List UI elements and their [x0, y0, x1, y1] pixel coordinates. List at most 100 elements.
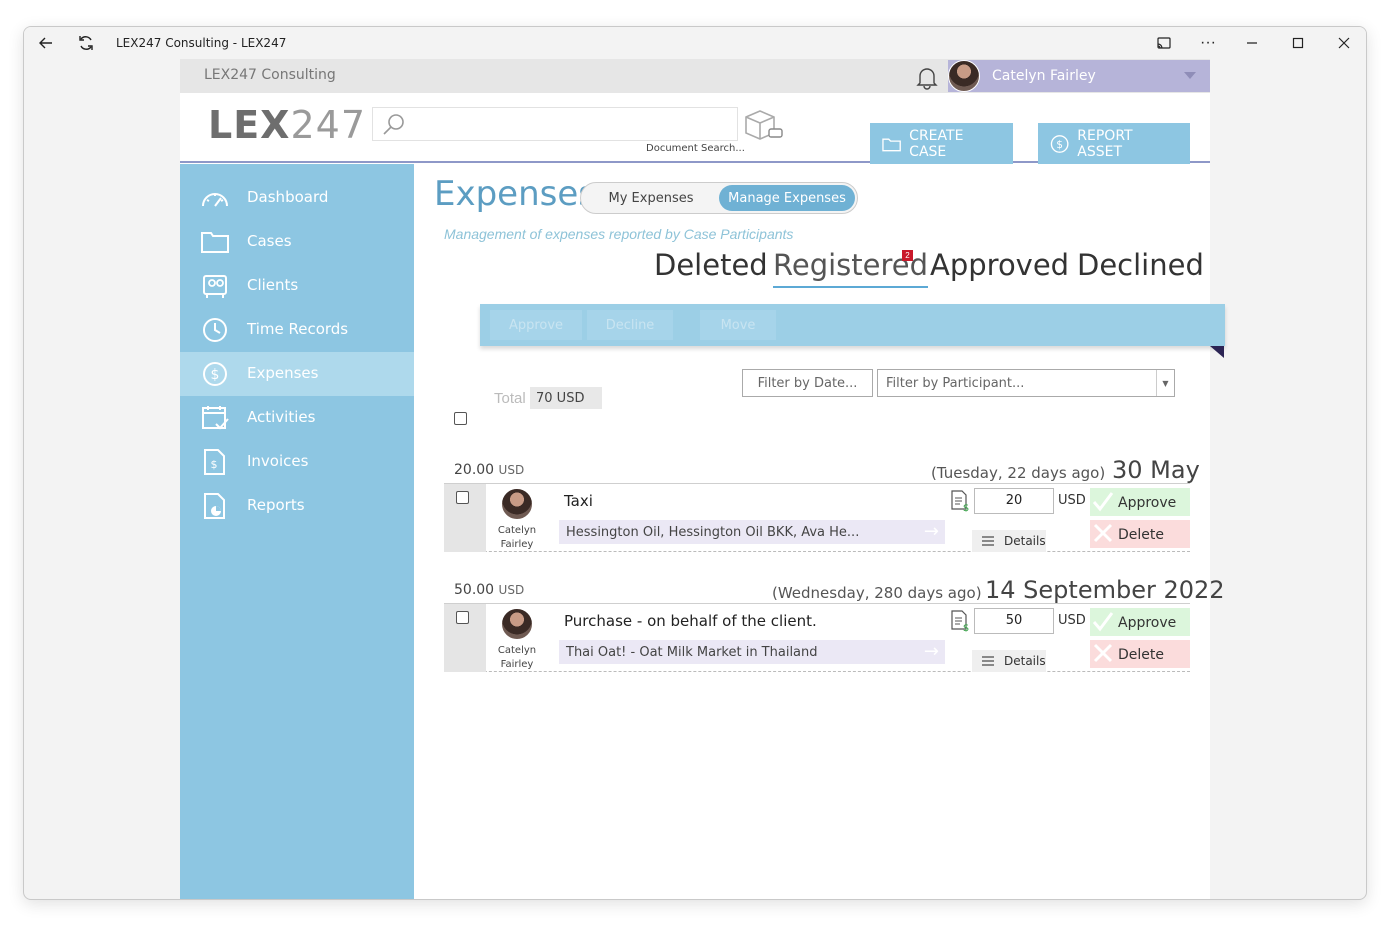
clock-icon	[203, 318, 227, 342]
filter-by-date-input[interactable]: Filter by Date...	[742, 369, 873, 397]
sidebar-item-dashboard[interactable]: Dashboard	[180, 176, 414, 220]
main-content: Expenses My Expenses Manage Expenses Man…	[414, 164, 1225, 899]
svg-text:$: $	[963, 623, 969, 632]
checkmark-icon	[1092, 492, 1114, 512]
row-checkbox[interactable]	[456, 491, 469, 504]
row-checkbox[interactable]	[456, 611, 469, 624]
more-icon[interactable]: ···	[1188, 27, 1228, 59]
chevron-down-icon: ▼	[1156, 370, 1174, 396]
approve-button[interactable]: Approve	[1090, 608, 1190, 636]
maximize-icon[interactable]	[1278, 27, 1318, 59]
filter-by-participant-select[interactable]: Filter by Participant... ▼	[877, 369, 1175, 397]
group-amount: 20.00 USD	[454, 462, 525, 478]
avatar	[948, 60, 980, 92]
folder-icon	[201, 232, 229, 253]
amount-input[interactable]: 20	[974, 488, 1054, 514]
close-icon[interactable]	[1324, 27, 1364, 59]
invoice-icon: $	[204, 449, 225, 475]
avatar	[501, 488, 533, 520]
tab-approved[interactable]: Approved	[930, 248, 1069, 282]
table-row: Catelyn Fairley Taxi Hessington Oil, Hess…	[444, 484, 1190, 552]
menu-icon	[982, 656, 994, 666]
refresh-icon[interactable]	[66, 27, 106, 59]
cast-icon[interactable]	[1144, 27, 1184, 59]
action-bar-corner	[1210, 346, 1224, 358]
bulk-decline-button[interactable]: Decline	[587, 310, 673, 340]
report-asset-button[interactable]: $ REPORT ASSET	[1038, 123, 1190, 165]
group-date: 30 May	[1112, 456, 1200, 484]
bulk-move-button[interactable]: Move	[700, 310, 776, 340]
approve-button[interactable]: Approve	[1090, 488, 1190, 516]
currency-label: USD	[1058, 613, 1086, 628]
svg-text:$: $	[211, 458, 218, 471]
sidebar-item-invoices[interactable]: $ Invoices	[180, 440, 414, 484]
delete-button[interactable]: Delete	[1090, 520, 1190, 548]
details-button[interactable]: Details	[972, 650, 1046, 672]
create-case-button[interactable]: CREATE CASE	[870, 123, 1013, 165]
logo[interactable]: LEX247	[208, 103, 366, 147]
search-icon	[383, 114, 404, 135]
sidebar-item-reports[interactable]: Reports	[180, 484, 414, 528]
gauge-icon	[202, 193, 228, 207]
group-day: (Wednesday, 280 days ago)	[772, 584, 982, 602]
bulk-approve-button[interactable]: Approve	[490, 310, 582, 340]
dollar-circle-icon: $	[1050, 135, 1069, 153]
expenses-mode-toggle: My Expenses Manage Expenses	[580, 182, 858, 214]
participant-name: Catelyn Fairley	[497, 525, 537, 550]
details-button[interactable]: Details	[972, 530, 1046, 552]
user-menu[interactable]: Catelyn Fairley	[948, 60, 1210, 92]
package-search-icon[interactable]	[742, 107, 784, 143]
receipt-icon[interactable]: $	[950, 490, 970, 512]
delete-button[interactable]: Delete	[1090, 640, 1190, 668]
title-bar: LEX247 Consulting - LEX247 ···	[24, 27, 1366, 59]
checkmark-icon	[1092, 612, 1114, 632]
sidebar-item-cases[interactable]: Cases	[180, 220, 414, 264]
sidebar-item-clients[interactable]: Clients	[180, 264, 414, 308]
window-title: LEX247 Consulting - LEX247	[116, 36, 287, 50]
amount-input[interactable]: 50	[974, 608, 1054, 634]
contacts-icon	[203, 275, 227, 298]
svg-text:$: $	[1056, 139, 1063, 151]
my-expenses-button[interactable]: My Expenses	[585, 185, 717, 211]
company-name: LEX247 Consulting	[204, 67, 336, 83]
expense-cases[interactable]: Hessington Oil, Hessington Oil BKK, Ava …	[559, 520, 945, 544]
expense-cases[interactable]: Thai Oat! - Oat Milk Market in Thailand …	[559, 640, 945, 664]
tab-deleted[interactable]: Deleted	[654, 248, 768, 282]
user-name: Catelyn Fairley	[992, 68, 1096, 84]
report-icon	[204, 493, 225, 519]
group-day: (Tuesday, 22 days ago)	[931, 464, 1106, 482]
svg-text:$: $	[963, 503, 969, 512]
manage-expenses-button[interactable]: Manage Expenses	[719, 185, 855, 211]
bell-icon[interactable]	[914, 64, 940, 90]
expense-description: Purchase - on behalf of the client.	[564, 612, 817, 630]
dollar-circle-icon: $	[203, 362, 227, 386]
app-window: LEX247 Consulting - LEX247 ··· LEX247 Co…	[23, 26, 1367, 900]
back-icon[interactable]	[26, 27, 66, 59]
currency-label: USD	[1058, 493, 1086, 508]
svg-text:$: $	[211, 367, 220, 383]
folder-icon	[882, 138, 901, 152]
x-icon	[1093, 523, 1113, 543]
document-search-input[interactable]	[372, 107, 738, 141]
group-date: 14 September 2022	[985, 576, 1225, 604]
sidebar-item-time-records[interactable]: Time Records	[180, 308, 414, 352]
x-icon	[1093, 643, 1113, 663]
header: LEX247 Document Search... CREATE CASE $ …	[180, 93, 1210, 165]
chevron-down-icon	[1184, 72, 1196, 79]
receipt-icon[interactable]: $	[950, 610, 970, 632]
bulk-action-bar: Approve Decline Move	[480, 304, 1225, 346]
app-container: LEX247 Consulting Catelyn Fairley LEX247…	[180, 59, 1225, 899]
sidebar-item-expenses[interactable]: $ Expenses	[180, 352, 414, 396]
arrow-right-icon: →	[923, 641, 939, 662]
minimize-icon[interactable]	[1232, 27, 1272, 59]
table-row: Catelyn Fairley Purchase - on behalf of t…	[444, 604, 1190, 672]
page-subtitle: Management of expenses reported by Case …	[444, 226, 794, 242]
page-title: Expenses	[434, 174, 596, 214]
search-caption: Document Search...	[646, 143, 745, 154]
menu-icon	[982, 536, 994, 546]
top-bar: LEX247 Consulting Catelyn Fairley	[180, 59, 1210, 93]
select-all-checkbox[interactable]	[454, 412, 467, 425]
tab-declined[interactable]: Declined	[1077, 248, 1204, 282]
sidebar-item-activities[interactable]: Activities	[180, 396, 414, 440]
group-amount: 50.00 USD	[454, 582, 525, 598]
